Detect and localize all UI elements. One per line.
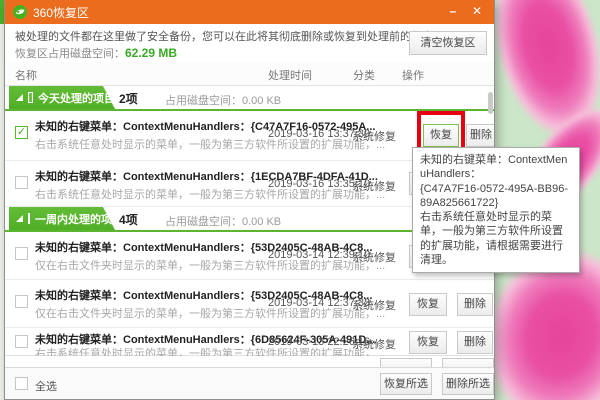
restore-button[interactable]: 恢复: [409, 293, 447, 316]
expand-arrow-icon[interactable]: [16, 215, 23, 222]
group-count: 4项: [119, 213, 138, 227]
close-button[interactable]: ✕: [466, 0, 488, 22]
group-title: 今天处理的项目: [38, 92, 115, 105]
group-disk-usage: 占用磁盘空间：0.00 KB: [165, 95, 282, 107]
clipped-delete-button[interactable]: [442, 358, 494, 367]
tooltip-guid: {C47A7F16-0572-495A-BB96-89A825661722}: [420, 182, 568, 209]
expand-arrow-icon[interactable]: [16, 94, 23, 101]
group-checkbox[interactable]: [28, 213, 30, 224]
row-checkbox[interactable]: [15, 335, 28, 348]
bottom-action-bar: 全选 恢复所选 删除所选: [5, 367, 494, 399]
group-disk-usage: 占用磁盘空间：0.00 KB: [165, 216, 282, 228]
row-category: 系统修复: [352, 181, 396, 193]
group-count: 2项: [119, 92, 138, 106]
row-category: 系统修复: [352, 131, 396, 143]
disk-usage-line: 恢复区占用磁盘空间：62.29 MB: [15, 45, 177, 61]
minimize-button[interactable]: –: [442, 0, 464, 22]
row-category: 系统修复: [352, 300, 396, 312]
column-time: 处理时间: [268, 70, 312, 82]
disk-usage-label: 恢复区占用磁盘空间：: [15, 48, 125, 60]
select-all-checkbox[interactable]: [15, 377, 28, 390]
tooltip-description: 右击系统任意处时显示的菜单，一般为第三方软件所设置的扩展功能，请根据需要进行清理…: [420, 211, 563, 267]
window-title: 360恢复区: [33, 5, 90, 20]
group-header-today: 今天处理的项目 2项 占用磁盘空间：0.00 KB: [5, 86, 494, 111]
group-banner[interactable]: 今天处理的项目: [9, 86, 115, 109]
row-checkbox-checked[interactable]: ✓: [15, 126, 28, 139]
restore-button[interactable]: 恢复: [423, 124, 459, 147]
table-row: 未知的右键菜单：ContextMenuHandlers：{6D85624F-30…: [5, 328, 494, 360]
clear-recovery-button[interactable]: 清空恢复区: [409, 31, 487, 55]
group-title: 一周内处理的项目: [35, 213, 123, 226]
row-checkbox[interactable]: [15, 295, 28, 308]
group-banner[interactable]: 一周内处理的项目: [9, 207, 115, 230]
item-tooltip: 未知的右键菜单：ContextMenuHandlers： {C47A7F16-0…: [412, 147, 580, 274]
delete-button[interactable]: 删除: [457, 293, 493, 316]
delete-selected-button[interactable]: 删除所选: [442, 373, 494, 395]
scrollbar-thumb[interactable]: [488, 92, 493, 114]
delete-button[interactable]: 删除: [457, 331, 493, 354]
delete-button[interactable]: 删除: [466, 124, 494, 147]
check-icon: ✓: [16, 126, 27, 138]
row-category: 系统修复: [352, 252, 396, 264]
row-checkbox[interactable]: [15, 247, 28, 260]
tooltip-title: 未知的右键菜单：ContextMenuHandlers：: [420, 154, 568, 181]
app-logo-icon: [13, 5, 27, 19]
disk-usage-value: 62.29 MB: [125, 46, 178, 60]
column-name: 名称: [15, 70, 37, 82]
clipped-restore-button[interactable]: [380, 358, 432, 367]
column-category: 分类: [353, 70, 375, 82]
column-operation: 操作: [402, 70, 424, 82]
row-category: 系统修复: [352, 339, 396, 351]
titlebar: 360恢复区 – ✕: [5, 0, 494, 24]
row-checkbox[interactable]: [15, 176, 28, 189]
table-row: 未知的右键菜单：ContextMenuHandlers：{53D2405C-48…: [5, 280, 494, 328]
clipped-row: [5, 356, 494, 367]
restore-selected-button[interactable]: 恢复所选: [380, 373, 432, 395]
column-header-row: 名称 处理时间 分类 操作: [5, 62, 494, 86]
group-checkbox[interactable]: [28, 92, 33, 103]
intro-section: 被处理的文件都在这里做了安全备份，您可以在此将其彻底删除或恢复到处理前的状态。 …: [5, 24, 494, 62]
select-all-label: 全选: [35, 381, 57, 393]
restore-button[interactable]: 恢复: [409, 331, 447, 354]
intro-description: 被处理的文件都在这里做了安全备份，您可以在此将其彻底删除或恢复到处理前的状态。: [15, 31, 444, 43]
